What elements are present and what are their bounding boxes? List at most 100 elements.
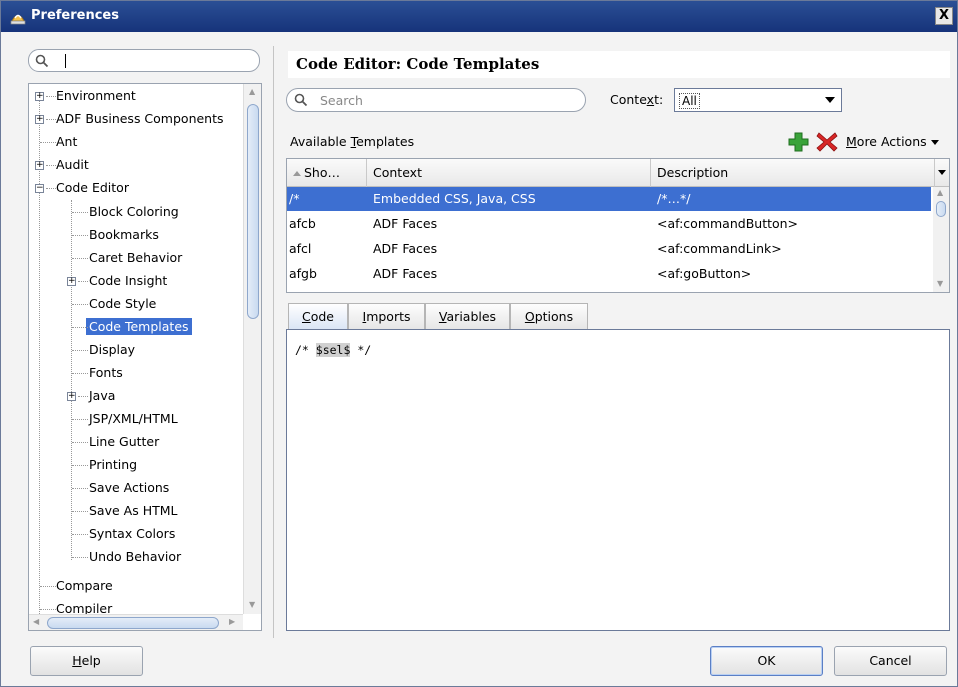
chevron-down-icon [930, 140, 939, 145]
tree-item-label: ADF Business Components [56, 111, 224, 126]
templates-table[interactable]: Sho… Context Description /* Embedded CSS… [286, 158, 950, 293]
tree-line [40, 586, 56, 587]
tree-vertical-scrollbar[interactable]: ▲ ▼ [243, 84, 261, 614]
collapse-icon[interactable]: − [35, 184, 44, 193]
tree-item-compare[interactable]: Compare [34, 576, 113, 596]
tree-item-label: Ant [56, 134, 78, 149]
tree-item-java[interactable]: + Java [67, 386, 115, 406]
tree-item-label: Printing [89, 457, 138, 472]
delete-icon[interactable] [816, 132, 838, 152]
code-editor[interactable]: /* $sel$ */ [286, 329, 950, 631]
table-header: Sho… Context Description [287, 159, 949, 187]
tab-imports[interactable]: Imports [348, 303, 425, 329]
scroll-down-icon[interactable]: ▼ [249, 600, 255, 609]
tree-item-label: Block Coloring [89, 204, 179, 219]
context-select[interactable]: All [674, 88, 842, 112]
tree-item-fonts[interactable]: Fonts [67, 363, 123, 383]
tab-variables[interactable]: Variables [425, 303, 510, 329]
tree-line [46, 188, 56, 189]
table-row[interactable]: afcb ADF Faces <af:commandButton> [287, 212, 931, 236]
help-button[interactable]: Help [30, 646, 143, 676]
table-row[interactable]: afgb ADF Faces <af:goButton> [287, 262, 931, 286]
tree-line [40, 142, 56, 143]
tree-line [72, 304, 88, 305]
more-actions-menu[interactable]: More Actions [846, 134, 939, 149]
tree-item-code-insight[interactable]: + Code Insight [67, 271, 167, 291]
tree-line [72, 465, 88, 466]
tree-item-label: Undo Behavior [89, 549, 182, 564]
tree-item-save-as-html[interactable]: Save As HTML [67, 501, 177, 521]
tree-item-save-actions[interactable]: Save Actions [67, 478, 169, 498]
add-icon[interactable] [788, 132, 810, 152]
tree-item-display[interactable]: Display [67, 340, 135, 360]
preferences-search-input[interactable] [28, 49, 260, 72]
ok-button[interactable]: OK [710, 646, 823, 676]
cell-shortcut: afgb [289, 266, 317, 281]
expand-icon[interactable]: + [35, 161, 44, 170]
tree-item-ant[interactable]: Ant [34, 132, 77, 152]
tree-item-label: Audit [56, 157, 89, 172]
context-label: Context: [610, 92, 664, 107]
tree-item-undo-behavior[interactable]: Undo Behavior [67, 547, 181, 567]
tree-item-jsp-xml-html[interactable]: JSP/XML/HTML [67, 409, 178, 429]
scrollbar-thumb[interactable] [247, 104, 259, 319]
tree-item-code-editor[interactable]: − Code Editor [34, 178, 129, 198]
scrollbar-thumb[interactable] [47, 617, 219, 629]
tree-item-code-style[interactable]: Code Style [67, 294, 156, 314]
tab-code[interactable]: Code [288, 303, 348, 329]
tree-item-label: Java [89, 388, 116, 403]
scroll-up-icon[interactable]: ▲ [937, 188, 943, 197]
tree-line [72, 350, 88, 351]
tab-options[interactable]: Options [510, 303, 588, 329]
scroll-up-icon[interactable]: ▲ [249, 87, 255, 96]
tree-item-label: Compare [56, 578, 113, 593]
cancel-button[interactable]: Cancel [834, 646, 947, 676]
tree-horizontal-scrollbar[interactable]: ◀ ▶ [29, 614, 243, 630]
tree-item-syntax-colors[interactable]: Syntax Colors [67, 524, 175, 544]
cell-shortcut: afcb [289, 216, 316, 231]
search-icon [294, 93, 308, 107]
table-row[interactable]: afcl ADF Faces <af:commandLink> [287, 237, 931, 261]
text-caret [65, 54, 66, 68]
tree-line [72, 258, 88, 259]
search-icon [35, 54, 49, 68]
tree-item-audit[interactable]: + Audit [34, 155, 89, 175]
column-header-context[interactable]: Context [367, 159, 651, 187]
tree-item-environment[interactable]: + Environment [34, 86, 136, 106]
expand-icon[interactable]: + [35, 92, 44, 101]
cell-context: Embedded CSS, Java, CSS [373, 191, 536, 206]
column-header-description[interactable]: Description [651, 159, 935, 187]
cell-shortcut: afcl [289, 241, 312, 256]
page-title: Code Editor: Code Templates [288, 51, 950, 78]
templates-search-input[interactable]: Search [286, 88, 586, 112]
tree-item-label: Bookmarks [89, 227, 159, 242]
expand-icon[interactable]: + [67, 277, 76, 286]
scroll-right-icon[interactable]: ▶ [229, 617, 235, 626]
tree-item-bookmarks[interactable]: Bookmarks [67, 225, 159, 245]
scrollbar-thumb[interactable] [936, 201, 946, 217]
column-header-shortcut[interactable]: Sho… [287, 159, 367, 187]
tree-item-code-templates[interactable]: Code Templates [67, 317, 192, 337]
app-icon [10, 14, 26, 25]
cell-description: /*…*/ [657, 191, 691, 206]
tree-item-label: Save As HTML [89, 503, 178, 518]
tree-item-label: Display [89, 342, 136, 357]
close-icon[interactable]: X [935, 7, 953, 25]
expand-icon[interactable]: + [67, 392, 76, 401]
title-bar: Preferences X [1, 1, 957, 32]
scroll-down-icon[interactable]: ▼ [937, 279, 943, 288]
preferences-tree[interactable]: + Environment + ADF Business Components … [28, 83, 262, 631]
table-row[interactable]: /* Embedded CSS, Java, CSS /*…*/ [287, 187, 931, 211]
tree-item-adf-business-components[interactable]: + ADF Business Components [34, 109, 224, 129]
tree-item-caret-behavior[interactable]: Caret Behavior [67, 248, 182, 268]
tree-item-block-coloring[interactable]: Block Coloring [67, 202, 179, 222]
expand-icon[interactable]: + [35, 115, 44, 124]
panel-divider[interactable] [273, 46, 274, 638]
table-vertical-scrollbar[interactable]: ▲ ▼ [933, 187, 949, 292]
cell-shortcut: /* [289, 191, 300, 206]
tree-item-printing[interactable]: Printing [67, 455, 137, 475]
tree-line [72, 534, 88, 535]
tree-item-line-gutter[interactable]: Line Gutter [67, 432, 159, 452]
scroll-left-icon[interactable]: ◀ [33, 617, 39, 626]
column-menu-icon[interactable] [935, 159, 949, 187]
